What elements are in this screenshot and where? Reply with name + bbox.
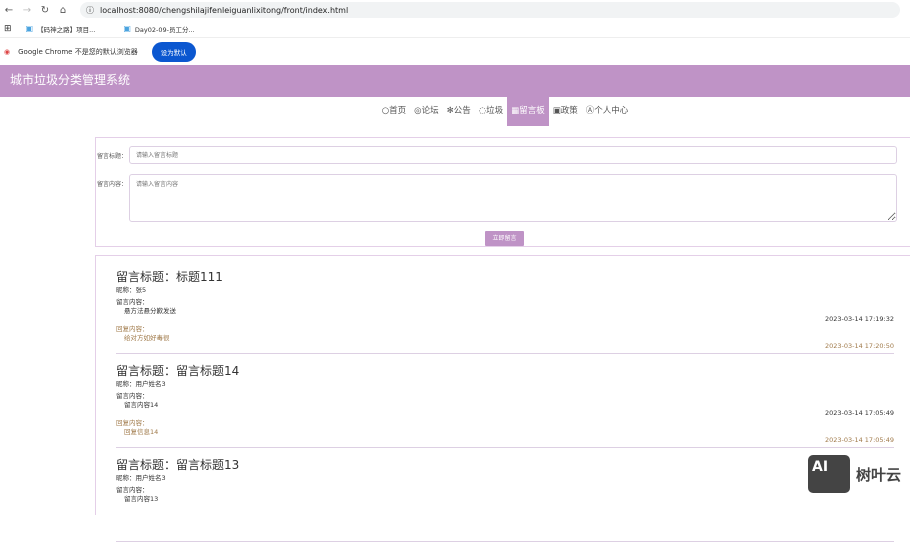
title-input[interactable] — [129, 146, 897, 164]
apps-icon[interactable]: ⊞ — [4, 24, 12, 34]
nav-item[interactable]: Ⓐ个人中心 — [582, 97, 633, 126]
nav-icon: ◎ — [414, 106, 422, 116]
message-time: 2023-03-14 17:05:49 — [824, 409, 894, 417]
nav-icon: ✻ — [446, 106, 454, 116]
nav-item[interactable]: ▣政策 — [549, 97, 582, 126]
nav-item[interactable]: ◌垃圾 — [475, 97, 507, 126]
default-browser-infobar: ◉ Google Chrome 不是您的默认浏览器 设为默认 — [0, 38, 910, 65]
infobar-text: Google Chrome 不是您的默认浏览器 — [18, 47, 138, 56]
watermark-text: 树叶云 — [856, 465, 902, 484]
nav-item[interactable]: ◎论坛 — [410, 97, 442, 126]
title-label: 留言标题： — [97, 153, 128, 160]
message-nickname: 昵称：用户姓名3 — [116, 380, 166, 388]
nav-icon: ○ — [381, 106, 390, 116]
set-default-button[interactable]: 设为默认 — [151, 41, 196, 62]
home-icon[interactable]: ⌂ — [54, 5, 72, 16]
reload-icon[interactable]: ↻ — [36, 5, 54, 16]
message-title: 留言标题：标题111 — [116, 270, 223, 284]
watermark-logo: AI — [808, 455, 850, 493]
message-form: 留言标题： 留言内容： 立即留言 — [95, 137, 910, 247]
info-icon: ⓘ — [86, 5, 94, 15]
nav-icon: ▣ — [552, 106, 561, 116]
message-time: 2023-03-14 17:19:32 — [824, 315, 894, 323]
site-header: 城市垃圾分类管理系统 — [0, 65, 910, 97]
reply-content: 给对方如好毒很 — [124, 334, 170, 342]
bookmark-item[interactable]: ▣ Day02-09-员工分... — [123, 24, 194, 34]
message-title: 留言标题：留言标题13 — [116, 458, 240, 472]
bilibili-icon: ▣ — [25, 24, 34, 33]
reply-time: 2023-03-14 17:20:50 — [824, 342, 894, 350]
back-icon[interactable]: ← — [0, 5, 18, 16]
bookmark-label: Day02-09-员工分... — [134, 25, 195, 34]
nav-item[interactable]: ○首页 — [378, 97, 410, 126]
nav-icon: Ⓐ — [585, 106, 595, 116]
nav-label: 政策 — [560, 106, 578, 116]
message-list: 留言标题：标题111 昵称：张5 留言内容： 悬方法悬分歉发送 2023-03-14 1… — [95, 255, 910, 542]
nav-item[interactable]: ✻公告 — [443, 97, 475, 126]
message-nickname: 昵称：张5 — [116, 286, 147, 294]
message-title: 留言标题：留言标题14 — [116, 364, 240, 378]
message-item: 留言标题：留言标题13 昵称：用户姓名3 留言内容： 留言内容13 — [116, 448, 894, 542]
message-content: 留言内容14 — [124, 401, 159, 409]
content-label: 留言内容： — [97, 181, 128, 188]
forward-icon[interactable]: → — [18, 5, 36, 16]
nav-label: 首页 — [389, 106, 407, 116]
reply-content: 回复信息14 — [124, 428, 159, 436]
bookmarks-bar: ⊞ ▣ 【码神之路】项目... ▣ Day02-09-员工分... — [0, 20, 910, 38]
message-content: 悬方法悬分歉发送 — [124, 307, 176, 315]
nav-label: 个人中心 — [594, 106, 629, 116]
main-nav: ○首页 ◎论坛 ✻公告 ◌垃圾 ▦留言板 ▣政策 Ⓐ个人中心 — [0, 97, 910, 126]
nav-item[interactable]: ▦留言板 — [507, 97, 549, 126]
nav-label: 垃圾 — [486, 106, 504, 116]
content-textarea[interactable] — [129, 174, 897, 222]
message-item: 留言标题：标题111 昵称：张5 留言内容： 悬方法悬分歉发送 2023-03-14 1… — [116, 260, 894, 354]
site-title: 城市垃圾分类管理系统 — [10, 73, 131, 87]
url-text: localhost:8080/chengshilajifenleiguanlix… — [100, 5, 349, 15]
chrome-icon: ◉ — [4, 47, 11, 56]
bilibili-icon: ▣ — [123, 24, 131, 33]
message-item: 留言标题：留言标题14 昵称：用户姓名3 留言内容： 留言内容14 2023-03-14… — [116, 354, 894, 448]
bookmark-item[interactable]: ▣ 【码神之路】项目... — [26, 24, 96, 34]
nav-icon: ▦ — [511, 106, 520, 116]
watermark: AI 树叶云 — [808, 455, 901, 493]
nav-label: 留言板 — [519, 106, 545, 116]
url-input[interactable]: ⓘ localhost:8080/chengshilajifenleiguanli… — [80, 2, 900, 18]
bookmark-label: 【码神之路】项目... — [37, 25, 96, 34]
reply-time: 2023-03-14 17:05:49 — [824, 436, 894, 444]
nav-label: 公告 — [453, 106, 471, 116]
message-content: 留言内容13 — [124, 495, 159, 503]
nav-label: 论坛 — [421, 106, 439, 116]
message-nickname: 昵称：用户姓名3 — [116, 474, 166, 482]
submit-message-button[interactable]: 立即留言 — [485, 231, 524, 246]
address-bar-row: ← → ↻ ⌂ ⓘ localhost:8080/chengshilajifenl… — [0, 0, 910, 20]
